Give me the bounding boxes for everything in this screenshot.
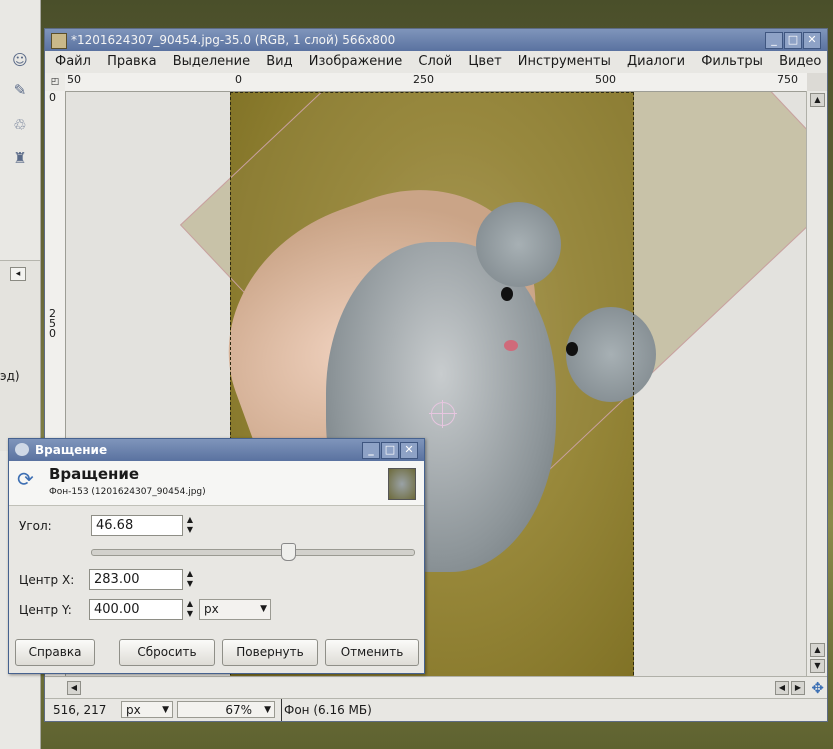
ruler-tick: 0 (49, 91, 56, 104)
menu-file[interactable]: Файл (55, 54, 91, 69)
zoom-select[interactable]: 67% ▼ (177, 701, 275, 718)
gimp-icon (51, 33, 67, 49)
ruler-corner-icon[interactable]: ◰ (45, 73, 65, 91)
vertical-scrollbar[interactable]: ▲ ▲ ▼ (806, 91, 827, 677)
angle-input[interactable]: 46.68 (91, 515, 183, 536)
center-x-input[interactable]: 283.00 (89, 569, 183, 590)
chevron-down-icon: ▼ (162, 705, 169, 715)
menu-view[interactable]: Вид (266, 54, 292, 69)
rotate-button-label: Повернуть (236, 645, 304, 659)
center-x-label: Центр X: (19, 573, 75, 587)
center-x-spinner-icon[interactable]: ▲ ▼ (185, 569, 195, 590)
angle-slider-handle[interactable] (281, 543, 296, 561)
maximize-button[interactable]: □ (784, 32, 802, 49)
minimize-button[interactable]: _ (362, 442, 380, 459)
rotate-dialog-titlebar[interactable]: Вращение _ □ ✕ (9, 439, 424, 461)
zoom-value: 67% (225, 703, 252, 717)
menu-video[interactable]: Видео (779, 54, 821, 69)
layer-info: Фон (6.16 МБ) (281, 699, 372, 721)
reset-button-label: Сбросить (137, 645, 197, 659)
dock-menu-icon[interactable]: ◂ (10, 267, 26, 281)
ruler-tick: 500 (595, 73, 616, 86)
close-button[interactable]: ✕ (400, 442, 418, 459)
status-bar: 516, 217 px ▼ 67% ▼ Фон (6.16 МБ) (45, 698, 827, 721)
ruler-tick: 50 (67, 73, 81, 86)
rotate-tool-icon: ⟳ (17, 467, 34, 491)
scroll-down-icon[interactable]: ▼ (810, 659, 825, 673)
help-button[interactable]: Справка (15, 639, 95, 666)
menu-edit[interactable]: Правка (107, 54, 156, 69)
reset-button[interactable]: Сбросить (119, 639, 215, 666)
scroll-up-icon[interactable]: ▲ (810, 93, 825, 107)
menu-tools[interactable]: Инструменты (518, 54, 611, 69)
menu-dialogs[interactable]: Диалоги (627, 54, 685, 69)
center-unit-value: px (204, 602, 219, 616)
center-y-input[interactable]: 400.00 (89, 599, 183, 620)
menu-filters[interactable]: Фильтры (701, 54, 763, 69)
angle-spinner-icon[interactable]: ▲ ▼ (185, 515, 195, 536)
ruler-tick: 0 (235, 73, 242, 86)
menu-bar: Файл Правка Выделение Вид Изображение Сл… (45, 51, 827, 73)
center-unit-select[interactable]: px ▼ (199, 599, 271, 620)
menu-image[interactable]: Изображение (309, 54, 402, 69)
help-button-label: Справка (28, 645, 82, 659)
dock-label: эд) (0, 369, 20, 383)
cancel-button[interactable]: Отменить (325, 639, 419, 666)
dock-panel: ◂ эд) (0, 260, 40, 451)
image-window-titlebar[interactable]: *1201624307_90454.jpg-35.0 (RGB, 1 слой)… (45, 29, 827, 51)
image-window-title: *1201624307_90454.jpg-35.0 (RGB, 1 слой)… (71, 33, 396, 47)
center-y-label: Центр Y: (19, 603, 72, 617)
dialog-header-title: Вращение (49, 465, 140, 483)
dialog-header: ⟳ Вращение Фон-153 (1201624307_90454.jpg… (9, 461, 424, 506)
stamp-icon[interactable]: ♜ (10, 148, 30, 168)
scroll-left-icon[interactable]: ◀ (775, 681, 789, 695)
ruler-tick: 250 (49, 307, 56, 340)
navigate-icon[interactable]: ✥ (811, 679, 824, 697)
scroll-right-icon[interactable]: ▶ (791, 681, 805, 695)
rotation-center-handle[interactable] (429, 400, 457, 428)
chevron-down-icon: ▼ (260, 604, 267, 614)
maximize-button[interactable]: □ (381, 442, 399, 459)
cancel-button-label: Отменить (340, 645, 404, 659)
rotate-dialog-title: Вращение (35, 443, 108, 457)
pointer-coords: 516, 217 (53, 703, 107, 717)
horizontal-scrollbar[interactable]: ◀ ◀ ▶ ✥ (45, 676, 827, 699)
scroll-left-icon[interactable]: ◀ (67, 681, 81, 695)
angle-slider-track[interactable] (91, 549, 415, 556)
center-y-spinner-icon[interactable]: ▲ ▼ (185, 599, 195, 620)
clone-icon[interactable]: ♲ (10, 115, 30, 135)
menu-colors[interactable]: Цвет (468, 54, 501, 69)
user-icon[interactable]: ☺ (10, 50, 30, 70)
angle-label: Угол: (19, 519, 52, 533)
gimp-eye-icon (15, 443, 29, 456)
horizontal-ruler: 50 0 250 500 750 (65, 73, 807, 92)
rotate-dialog: Вращение _ □ ✕ ⟳ Вращение Фон-153 (12016… (8, 438, 425, 674)
unit-value: px (126, 703, 141, 717)
menu-select[interactable]: Выделение (173, 54, 250, 69)
dialog-header-subtitle: Фон-153 (1201624307_90454.jpg) (49, 487, 206, 497)
scroll-up-icon[interactable]: ▲ (810, 643, 825, 657)
ruler-tick: 250 (413, 73, 434, 86)
minimize-button[interactable]: _ (765, 32, 783, 49)
layer-thumbnail (388, 468, 416, 500)
chevron-down-icon: ▼ (264, 705, 271, 715)
close-button[interactable]: ✕ (803, 32, 821, 49)
unit-select[interactable]: px ▼ (121, 701, 173, 718)
brush-icon[interactable]: ✎ (10, 80, 30, 100)
rotate-button[interactable]: Повернуть (222, 639, 318, 666)
menu-layer[interactable]: Слой (418, 54, 452, 69)
ruler-tick: 750 (777, 73, 798, 86)
